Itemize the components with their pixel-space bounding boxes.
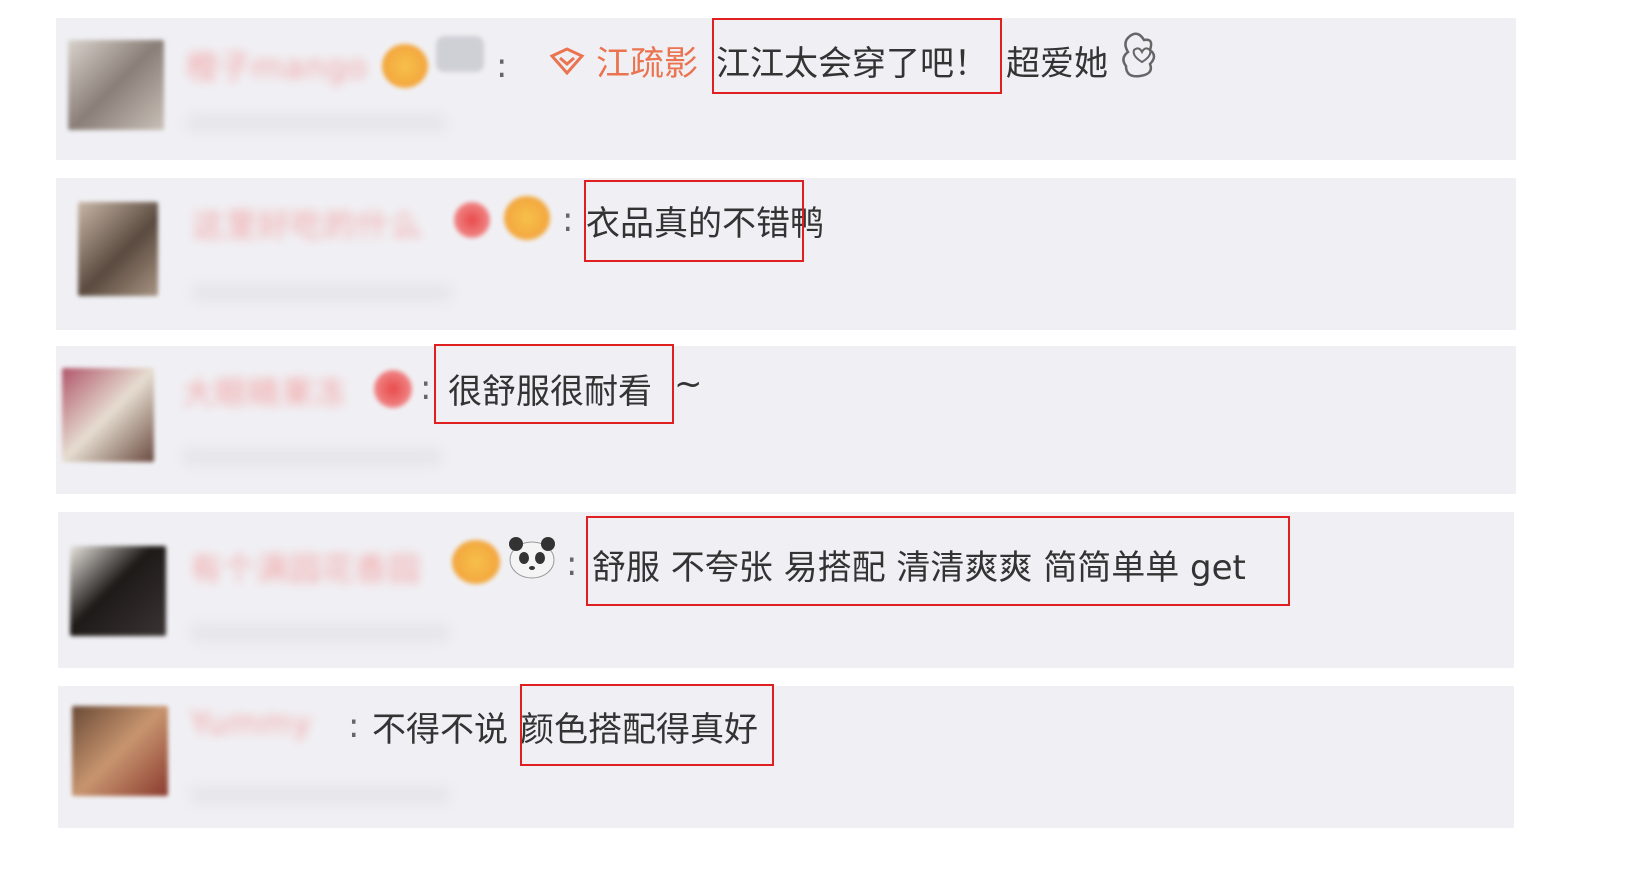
colon-separator: : xyxy=(420,368,432,408)
vip-badge-icon xyxy=(436,36,484,72)
comment-text: 超爱她 xyxy=(1006,44,1108,84)
username-blurred[interactable]: Yummy xyxy=(190,704,312,742)
colon-separator: : xyxy=(496,46,508,86)
crown-badge-icon xyxy=(504,196,550,240)
highlight-box xyxy=(586,516,1290,606)
panda-emoji-icon xyxy=(509,537,555,579)
avatar[interactable] xyxy=(62,368,154,462)
comment-meta-blurred xyxy=(190,624,450,642)
avatar[interactable] xyxy=(68,40,164,130)
comment-row: 大眼睛果冻 : 很舒服很耐看 ~ xyxy=(56,346,1516,494)
avatar[interactable] xyxy=(72,706,168,796)
comment-meta-blurred xyxy=(186,114,446,132)
red-star-badge-icon xyxy=(454,202,490,238)
hand-heart-emoji-icon xyxy=(1122,32,1156,78)
highlight-box xyxy=(434,344,674,424)
username-blurred[interactable]: 有个满园花香园 xyxy=(190,544,421,590)
comment-text: ~ xyxy=(674,364,703,404)
avatar[interactable] xyxy=(78,202,158,296)
mention-link[interactable]: 江疏影 xyxy=(596,36,698,85)
highlight-box xyxy=(584,180,804,262)
username-blurred[interactable]: 橙子mango xyxy=(186,42,368,88)
red-star-badge-icon xyxy=(374,370,412,408)
comment-meta-blurred xyxy=(192,284,452,302)
colon-separator: : xyxy=(348,706,360,746)
username-blurred[interactable]: 这里好吃的什么 xyxy=(192,200,423,246)
super-topic-icon[interactable] xyxy=(548,46,586,76)
comment-meta-blurred xyxy=(182,448,442,466)
username-blurred[interactable]: 大眼睛果冻 xyxy=(182,368,347,414)
avatar[interactable] xyxy=(70,546,166,636)
crown-badge-icon xyxy=(452,540,500,584)
highlight-box xyxy=(520,684,774,766)
colon-separator: : xyxy=(566,544,578,584)
highlight-box xyxy=(712,18,1002,94)
crown-badge-icon xyxy=(382,44,428,88)
comment-row: Yummy : 不得不说 颜色搭配得真好 xyxy=(58,686,1514,828)
colon-separator: : xyxy=(562,200,574,240)
comment-text: 不得不说 xyxy=(372,710,508,750)
comment-meta-blurred xyxy=(190,786,450,804)
